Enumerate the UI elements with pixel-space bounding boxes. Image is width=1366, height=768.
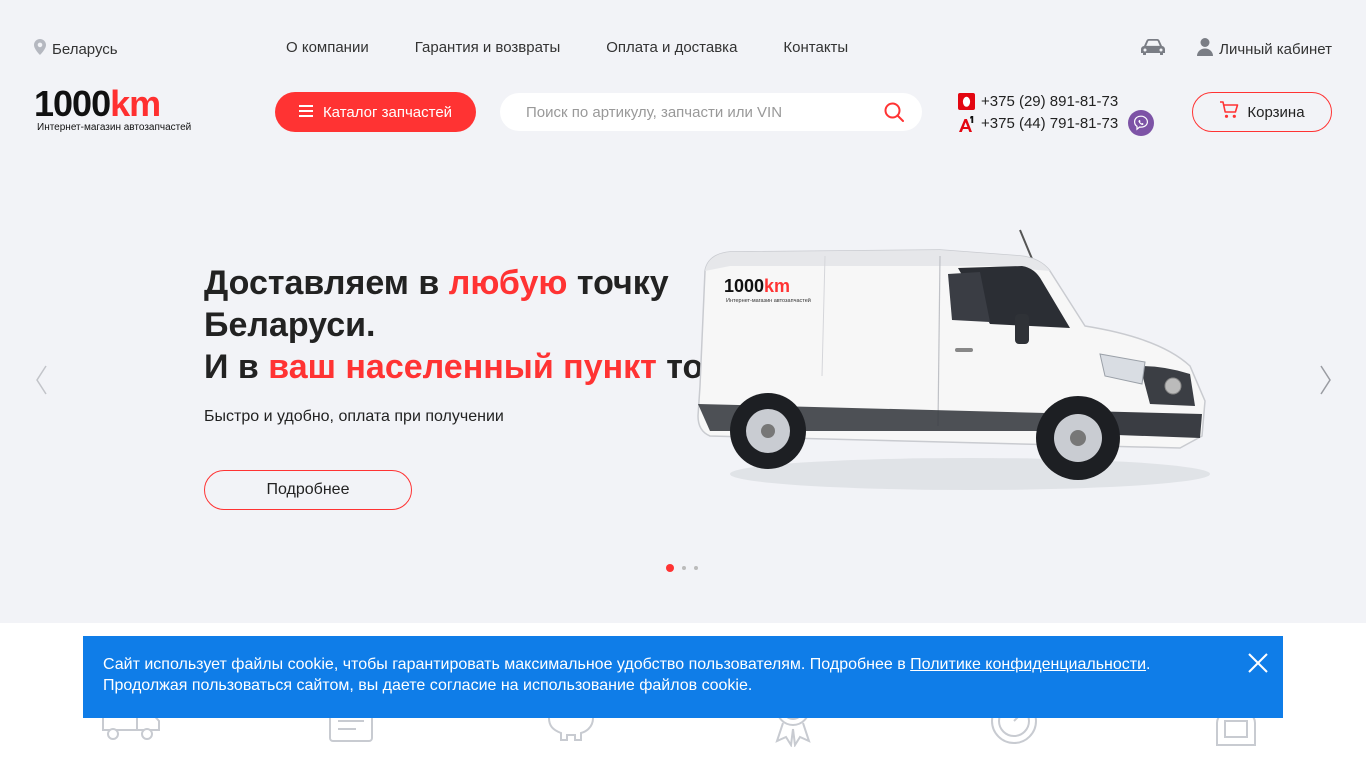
van-logo: 1000km [724, 276, 790, 296]
cookie-banner: Сайт использует файлы cookie, чтобы гара… [83, 636, 1283, 718]
hero-title: Доставляем в любую точку Беларуси. И в в… [204, 262, 764, 388]
van-logo-number: 1000 [724, 276, 764, 296]
personal-account-label: Личный кабинет [1219, 40, 1332, 58]
hero-title-text: Доставляем в [204, 264, 449, 302]
hero-title-text: И в [204, 348, 269, 386]
search-bar [500, 93, 922, 131]
van-logo-tagline: Интернет-магазин автозапчастей [726, 297, 811, 304]
search-input[interactable] [500, 93, 874, 131]
hamburger-menu-icon [298, 104, 313, 121]
slider-prev-arrow[interactable] [31, 364, 51, 396]
van-logo-accent: km [764, 276, 790, 296]
hero-subtitle: Быстро и удобно, оплата при получении [204, 408, 504, 425]
hero-title-highlight: любую [448, 264, 568, 302]
garage-car-icon[interactable] [1141, 39, 1166, 59]
slider-dot-2[interactable] [682, 566, 686, 570]
hero-title-highlight: ваш населенный пункт [268, 348, 657, 386]
personal-account-link[interactable]: Личный кабинет [1197, 38, 1332, 60]
nav-link-warranty[interactable]: Гарантия и возвраты [415, 39, 561, 56]
top-bar: Беларусь О компании Гарантия и возвраты … [0, 0, 1366, 80]
catalog-button-label: Каталог запчастей [322, 103, 453, 121]
viber-icon[interactable] [1128, 110, 1154, 136]
phone-mts[interactable]: +375 (29) 891-81-73 [958, 90, 1118, 112]
logo-number: 1000 [34, 83, 111, 124]
region-label: Беларусь [52, 40, 118, 58]
phone-number: +375 (44) 791-81-73 [981, 114, 1119, 132]
slider-pagination [666, 564, 698, 572]
mts-operator-icon [958, 92, 975, 110]
slider-dot-3[interactable] [694, 566, 698, 570]
user-icon [1197, 38, 1214, 60]
cookie-text: Сайт использует файлы cookie, чтобы гара… [103, 656, 911, 673]
nav-link-contacts[interactable]: Контакты [783, 39, 848, 56]
more-button[interactable]: Подробнее [204, 470, 412, 510]
top-nav: О компании Гарантия и возвраты Оплата и … [286, 39, 848, 56]
location-pin-icon [34, 39, 46, 59]
close-icon[interactable] [1245, 650, 1271, 676]
nav-link-about[interactable]: О компании [286, 39, 369, 56]
phone-number: +375 (29) 891-81-73 [981, 92, 1119, 110]
search-icon[interactable] [874, 93, 914, 131]
nav-link-payment-delivery[interactable]: Оплата и доставка [606, 39, 737, 56]
cart-button[interactable]: Корзина [1192, 92, 1332, 132]
cart-label: Корзина [1247, 103, 1305, 121]
logo-tagline: Интернет-магазин автозапчастей [37, 122, 192, 133]
region-selector[interactable]: Беларусь [34, 39, 118, 59]
site-logo[interactable]: 1000km Интернет-магазин автозапчастей [34, 83, 192, 134]
delivery-van-image: 1000km Интернет-магазин автозапчастей [690, 226, 1210, 501]
privacy-policy-link[interactable]: Политике конфиденциальности [910, 656, 1146, 673]
top-right-actions: Личный кабинет [1141, 38, 1332, 60]
slider-next-arrow[interactable] [1316, 364, 1336, 396]
logo-accent: km [110, 83, 161, 124]
shopping-cart-icon [1219, 101, 1239, 123]
phone-list: +375 (29) 891-81-73 +375 (44) 791-81-73 [958, 90, 1118, 134]
slider-dot-1[interactable] [666, 564, 674, 572]
a1-operator-icon [958, 115, 975, 132]
catalog-button[interactable]: Каталог запчастей [275, 92, 476, 132]
phone-a1[interactable]: +375 (44) 791-81-73 [958, 112, 1118, 134]
